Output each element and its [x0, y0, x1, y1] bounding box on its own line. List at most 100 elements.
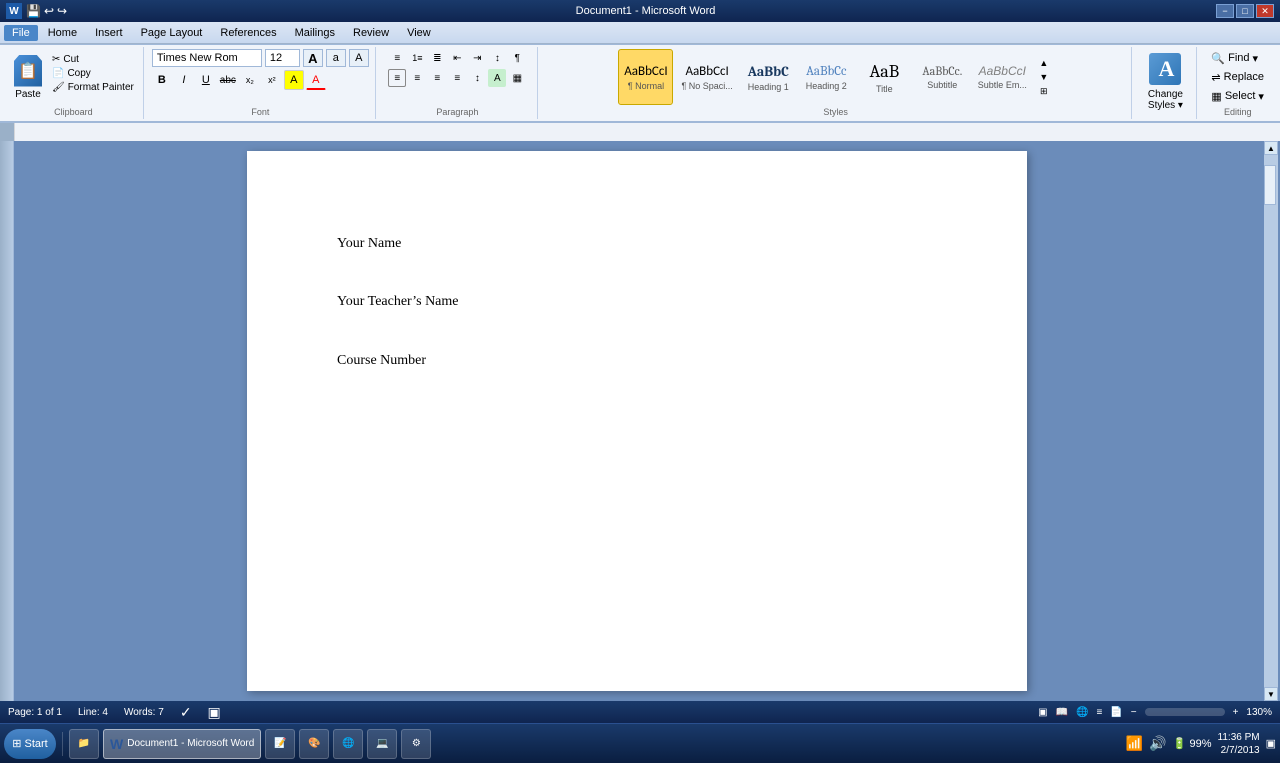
taskbar-explorer[interactable]: 📁 — [69, 729, 99, 759]
menu-review[interactable]: Review — [345, 25, 397, 41]
bold-button[interactable]: B — [152, 70, 172, 90]
zoom-slider[interactable] — [1145, 708, 1225, 716]
shading-button[interactable]: A — [488, 69, 506, 87]
clipboard-label: Clipboard — [54, 105, 93, 117]
styles-group-content: AaBbCcI ¶ Normal AaBbCcI ¶ No Spaci... A… — [618, 49, 1052, 105]
taskbar-notepad[interactable]: 📝 — [265, 729, 295, 759]
menu-insert[interactable]: Insert — [87, 25, 131, 41]
zoom-in-button[interactable]: + — [1233, 707, 1239, 718]
style-subtle-em-preview: AaBbCcI — [979, 64, 1026, 78]
style-subtitle[interactable]: AaBbCc. Subtitle — [915, 49, 970, 105]
styles-scroll-down[interactable]: ▼ — [1039, 72, 1048, 82]
find-button[interactable]: 🔍 Find▾ — [1205, 50, 1264, 67]
show-marks-button[interactable]: ¶ — [508, 49, 526, 67]
font-name-input[interactable] — [152, 49, 262, 67]
style-no-spacing[interactable]: AaBbCcI ¶ No Spaci... — [676, 49, 737, 105]
cut-button[interactable]: ✂ Cut — [49, 53, 137, 66]
increase-indent-button[interactable]: ⇥ — [468, 49, 486, 67]
taskbar-word[interactable]: W Document1 - Microsoft Word — [103, 729, 261, 759]
view-draft-icon[interactable]: 📄 — [1110, 707, 1122, 718]
maximize-button[interactable]: □ — [1236, 4, 1254, 18]
styles-expand[interactable]: ⊞ — [1040, 86, 1048, 97]
menu-view[interactable]: View — [399, 25, 439, 41]
align-center-button[interactable]: ≡ — [408, 69, 426, 87]
taskbar-extra[interactable]: ⚙ — [401, 729, 431, 759]
menu-file[interactable]: File — [4, 25, 38, 41]
underline-button[interactable]: U — [196, 70, 216, 90]
bullets-button[interactable]: ≡ — [388, 49, 406, 67]
style-subtle-em[interactable]: AaBbCcI Subtle Em... — [973, 49, 1032, 105]
numbering-button[interactable]: 1≡ — [408, 49, 426, 67]
clock-date: 2/7/2013 — [1218, 744, 1260, 757]
document-page[interactable]: Your Name Your Teacher’s Name Course Num… — [247, 151, 1027, 691]
style-heading1-preview: AaBbC — [748, 63, 789, 80]
styles-scroll-up[interactable]: ▲ — [1039, 58, 1048, 68]
clipboard-group-content: 📋 Paste ✂ Cut 📄 Copy 🖌 — [10, 49, 137, 105]
decrease-indent-button[interactable]: ⇤ — [448, 49, 466, 67]
taskbar-paint[interactable]: 🎨 — [299, 729, 329, 759]
shrink-font-button[interactable]: a — [326, 49, 346, 67]
scroll-up-button[interactable]: ▲ — [1264, 141, 1278, 155]
clear-format-button[interactable]: A — [349, 49, 369, 67]
change-styles-button[interactable]: A ChangeStyles ▾ — [1140, 49, 1190, 115]
justify-button[interactable]: ≡ — [448, 69, 466, 87]
font-size-input[interactable] — [265, 49, 300, 67]
align-left-button[interactable]: ≡ — [388, 69, 406, 87]
styles-scroll-controls: ▲ ▼ ⊞ — [1035, 58, 1053, 97]
grow-font-button[interactable]: A — [303, 49, 323, 67]
save-icon[interactable]: 💾 — [26, 4, 41, 18]
minimize-button[interactable]: − — [1216, 4, 1234, 18]
zoom-out-button[interactable]: − — [1131, 707, 1137, 718]
sort-button[interactable]: ↕ — [488, 49, 506, 67]
system-clock: 11:36 PM 2/7/2013 — [1218, 731, 1260, 757]
style-normal-label: ¶ Normal — [628, 81, 664, 91]
layout-icon[interactable]: ▣ — [208, 704, 221, 721]
menu-mailings[interactable]: Mailings — [287, 25, 343, 41]
cmd-icon: 💻 — [376, 738, 388, 749]
scroll-thumb[interactable] — [1264, 165, 1276, 205]
redo-icon[interactable]: ↪ — [57, 4, 67, 18]
italic-button[interactable]: I — [174, 70, 194, 90]
menu-home[interactable]: Home — [40, 25, 85, 41]
replace-button[interactable]: ⇌ Replace — [1205, 69, 1270, 86]
menu-page-layout[interactable]: Page Layout — [133, 25, 211, 41]
title-bar: W 💾 ↩ ↪ Document1 - Microsoft Word − □ ✕ — [0, 0, 1280, 22]
taskbar-chrome[interactable]: 🌐 — [333, 729, 363, 759]
view-reading-icon[interactable]: 📖 — [1056, 707, 1068, 718]
style-normal[interactable]: AaBbCcI ¶ Normal — [618, 49, 673, 105]
borders-button[interactable]: ▦ — [508, 69, 526, 87]
style-title[interactable]: AaB Title — [857, 49, 912, 105]
subscript-button[interactable]: x₂ — [240, 70, 260, 90]
document-area[interactable]: Your Name Your Teacher’s Name Course Num… — [14, 141, 1260, 701]
copy-icon: 📄 — [52, 68, 64, 79]
format-painter-button[interactable]: 🖌 Format Painter — [49, 81, 137, 94]
paste-button[interactable]: 📋 Paste — [10, 53, 46, 102]
copy-button[interactable]: 📄 Copy — [49, 67, 137, 80]
multilevel-button[interactable]: ≣ — [428, 49, 446, 67]
line-spacing-button[interactable]: ↕ — [468, 69, 486, 87]
text-highlight-button[interactable]: A — [284, 70, 304, 90]
style-heading1[interactable]: AaBbC Heading 1 — [741, 49, 796, 105]
view-normal-icon[interactable]: ▣ — [1038, 707, 1047, 718]
view-web-icon[interactable]: 🌐 — [1076, 707, 1088, 718]
volume-icon[interactable]: 🔊 — [1149, 735, 1166, 752]
scroll-down-button[interactable]: ▼ — [1264, 687, 1278, 701]
taskbar-cmd[interactable]: 💻 — [367, 729, 397, 759]
undo-icon[interactable]: ↩ — [44, 4, 54, 18]
superscript-button[interactable]: x² — [262, 70, 282, 90]
font-color-button[interactable]: A — [306, 70, 326, 90]
show-desktop-icon[interactable]: ▣ — [1266, 737, 1276, 750]
network-icon[interactable]: 📶 — [1126, 735, 1143, 752]
scroll-track[interactable] — [1264, 155, 1278, 687]
strikethrough-button[interactable]: abc — [218, 70, 238, 90]
view-outline-icon[interactable]: ≡ — [1096, 707, 1102, 718]
style-heading2[interactable]: AaBbCc Heading 2 — [799, 49, 854, 105]
align-right-button[interactable]: ≡ — [428, 69, 446, 87]
start-button[interactable]: ⊞ Start — [4, 729, 56, 759]
taskbar-divider-1 — [62, 732, 63, 756]
vertical-scrollbar[interactable]: ▲ ▼ — [1264, 141, 1278, 701]
close-button[interactable]: ✕ — [1256, 4, 1274, 18]
menu-references[interactable]: References — [212, 25, 284, 41]
proofing-icon[interactable]: ✓ — [180, 704, 192, 721]
select-button[interactable]: ▦ Select▾ — [1205, 88, 1270, 105]
